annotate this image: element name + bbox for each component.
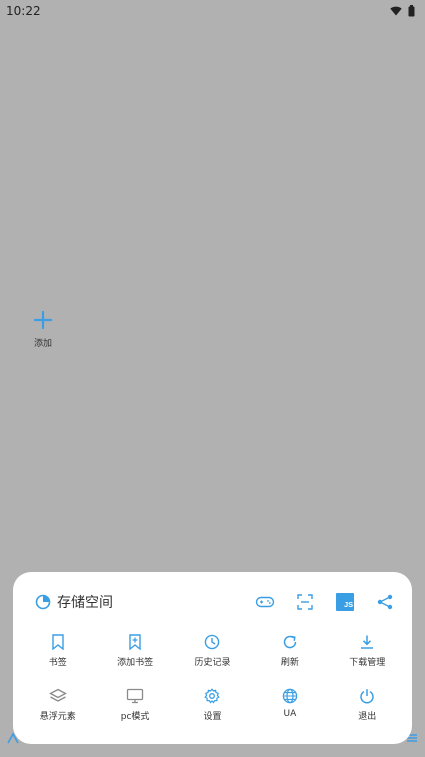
menu-item-label: 刷新 — [280, 658, 299, 668]
plus-icon — [33, 310, 53, 330]
menu-item-bookmarks[interactable]: 书签 — [19, 632, 96, 668]
menu-item-label: 历史记录 — [194, 658, 231, 668]
menu-item-refresh[interactable]: 刷新 — [251, 632, 328, 668]
add-bookmark-icon — [125, 632, 145, 652]
gamepad-button[interactable] — [254, 591, 276, 613]
status-icons — [390, 5, 415, 17]
gear-icon — [202, 686, 222, 706]
menu-item-ua[interactable]: UA — [251, 686, 328, 722]
add-shortcut-label: 添加 — [33, 339, 52, 349]
status-time: 10:22 — [6, 4, 41, 18]
menu-sheet: 存储空间 JS 书签 添加书签 历史记录 刷新 下载管理 悬浮元素 pc模式 设… — [13, 572, 412, 744]
monitor-icon — [125, 686, 145, 706]
share-button[interactable] — [374, 591, 396, 613]
download-icon — [357, 632, 377, 652]
status-bar: 10:22 — [0, 0, 425, 22]
storage-button[interactable]: 存储空间 — [35, 592, 113, 612]
power-icon — [357, 686, 377, 706]
js-button[interactable]: JS — [334, 591, 356, 613]
storage-pie-icon — [35, 594, 51, 610]
share-icon — [377, 594, 393, 610]
js-text: JS — [344, 600, 353, 609]
menu-item-label: 设置 — [203, 712, 222, 722]
menu-item-add-bookmark[interactable]: 添加书签 — [96, 632, 173, 668]
menu-header: 存储空间 JS — [35, 590, 396, 614]
battery-icon — [408, 5, 415, 17]
scan-button[interactable] — [294, 591, 316, 613]
menu-item-floating-elements[interactable]: 悬浮元素 — [19, 686, 96, 722]
menu-item-label: 悬浮元素 — [39, 712, 76, 722]
menu-item-history[interactable]: 历史记录 — [174, 632, 251, 668]
menu-item-pc-mode[interactable]: pc模式 — [96, 686, 173, 722]
refresh-icon — [280, 632, 300, 652]
menu-item-label: 书签 — [48, 658, 67, 668]
menu-item-label: 下载管理 — [349, 658, 386, 668]
menu-item-settings[interactable]: 设置 — [174, 686, 251, 722]
gamepad-icon — [255, 596, 275, 608]
menu-item-exit[interactable]: 退出 — [329, 686, 406, 722]
menu-item-label: 添加书签 — [117, 658, 154, 668]
add-shortcut-button[interactable]: 添加 — [26, 308, 60, 358]
menu-item-label: UA — [283, 709, 297, 719]
menu-item-label: 退出 — [358, 712, 377, 722]
wifi-icon — [390, 6, 402, 16]
scan-icon — [297, 594, 313, 610]
header-actions: JS — [254, 591, 396, 613]
js-icon: JS — [336, 593, 354, 611]
globe-icon — [280, 686, 300, 706]
menu-item-label: pc模式 — [120, 712, 150, 722]
history-clock-icon — [202, 632, 222, 652]
layers-icon — [48, 686, 68, 706]
bookmark-icon — [48, 632, 68, 652]
menu-grid: 书签 添加书签 历史记录 刷新 下载管理 悬浮元素 pc模式 设置 UA 退出 — [19, 632, 406, 722]
menu-item-downloads[interactable]: 下载管理 — [329, 632, 406, 668]
storage-label: 存储空间 — [57, 595, 113, 611]
